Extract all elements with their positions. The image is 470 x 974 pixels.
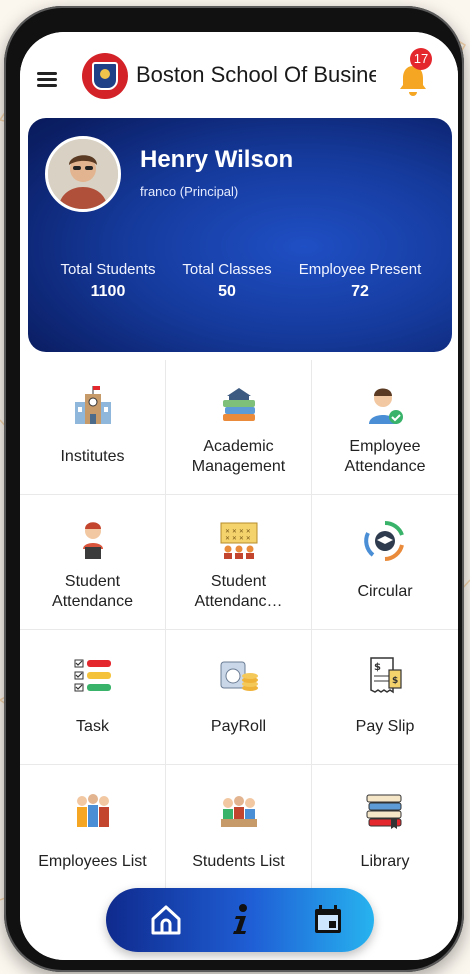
- menu-item-employees-list[interactable]: Employees List: [20, 765, 166, 900]
- shield-icon: [92, 62, 118, 90]
- app-title: Boston School Of Busines: [136, 62, 376, 87]
- employees-group-icon: [76, 794, 109, 827]
- menu-item-student-attendance-2[interactable]: ✕ ✕ ✕ ✕ ✕ ✕ ✕ ✕ Student Attendanc…: [166, 495, 312, 630]
- employee-check-icon: [369, 388, 403, 424]
- stat-total-classes: Total Classes 50: [176, 261, 278, 301]
- menu-item-label: Academic Management: [191, 438, 286, 475]
- menu-item-circular[interactable]: Circular: [312, 495, 458, 630]
- user-role: franco (Principal): [140, 184, 239, 199]
- user-name: Henry Wilson: [140, 146, 294, 173]
- menu-item-payroll[interactable]: PayRoll: [166, 630, 312, 765]
- menu-item-label: Student Attendance: [52, 573, 133, 610]
- payroll-coins-icon: [220, 661, 258, 691]
- menu-item-label: Pay Slip: [355, 718, 415, 735]
- menu-item-label: PayRoll: [210, 718, 267, 735]
- menu-item-academic-management[interactable]: Academic Management: [166, 360, 312, 495]
- menu-item-label: Employees List: [38, 853, 147, 870]
- svg-text:$: $: [374, 662, 381, 673]
- menu-item-label: Library: [360, 853, 410, 870]
- graduation-circular-icon: [364, 520, 404, 561]
- menu-item-label: Institutes: [60, 448, 125, 465]
- book-stack-icon: [222, 388, 255, 421]
- svg-text:✕ ✕ ✕ ✕: ✕ ✕ ✕ ✕: [225, 535, 251, 542]
- menu-item-task[interactable]: Task: [20, 630, 166, 765]
- student-podium-icon: [82, 522, 103, 559]
- receipt-icon: $ $: [370, 657, 402, 694]
- checklist-icon: [74, 659, 111, 692]
- calendar-students-icon: ✕ ✕ ✕ ✕ ✕ ✕ ✕ ✕: [220, 522, 257, 559]
- menu-item-employee-attendance[interactable]: Employee Attendance: [312, 360, 458, 495]
- stat-value: 50: [218, 283, 236, 300]
- notification-badge: 17: [410, 48, 432, 70]
- calendar-icon[interactable]: [310, 902, 346, 938]
- app-screen: Boston School Of Busines 17 Henry Wilson: [20, 32, 458, 960]
- app-bar: Boston School Of Busines 17: [20, 32, 458, 116]
- stat-value: 72: [351, 283, 369, 300]
- stat-label: Total Classes: [182, 261, 272, 278]
- stat-employee-present: Employee Present 72: [290, 261, 430, 301]
- menu-icon[interactable]: [37, 72, 57, 87]
- menu-item-label: Students List: [192, 853, 285, 870]
- home-icon[interactable]: [148, 902, 184, 938]
- stat-label: Employee Present: [298, 261, 422, 278]
- stat-total-students: Total Students 1100: [52, 261, 164, 301]
- stat-value: 1100: [90, 283, 126, 300]
- students-group-icon: [220, 796, 257, 827]
- menu-item-label: Circular: [357, 583, 413, 600]
- avatar[interactable]: [45, 136, 121, 212]
- menu-item-institutes[interactable]: Institutes: [20, 360, 166, 495]
- menu-item-pay-slip[interactable]: $ $ Pay Slip: [312, 630, 458, 765]
- info-icon[interactable]: [222, 902, 258, 938]
- svg-text:$: $: [392, 676, 398, 686]
- menu-item-label: Task: [76, 718, 109, 735]
- menu-item-label: Employee Attendance: [344, 438, 426, 475]
- profile-card: Henry Wilson franco (Principal) Total St…: [28, 118, 452, 352]
- stat-label: Total Students: [60, 261, 156, 278]
- menu-item-students-list[interactable]: Students List: [166, 765, 312, 900]
- phone-frame: Boston School Of Busines 17 Henry Wilson: [4, 6, 464, 972]
- school-logo: [82, 53, 128, 99]
- bottom-navigation: [106, 888, 374, 952]
- menu-item-label: Student Attendanc…: [194, 573, 283, 610]
- school-building-icon: [74, 386, 111, 424]
- svg-text:✕ ✕ ✕ ✕: ✕ ✕ ✕ ✕: [225, 528, 251, 535]
- menu-item-student-attendance[interactable]: Student Attendance: [20, 495, 166, 630]
- menu-item-library[interactable]: Library: [312, 765, 458, 900]
- library-books-icon: [366, 794, 402, 829]
- person-photo-icon: [48, 139, 118, 209]
